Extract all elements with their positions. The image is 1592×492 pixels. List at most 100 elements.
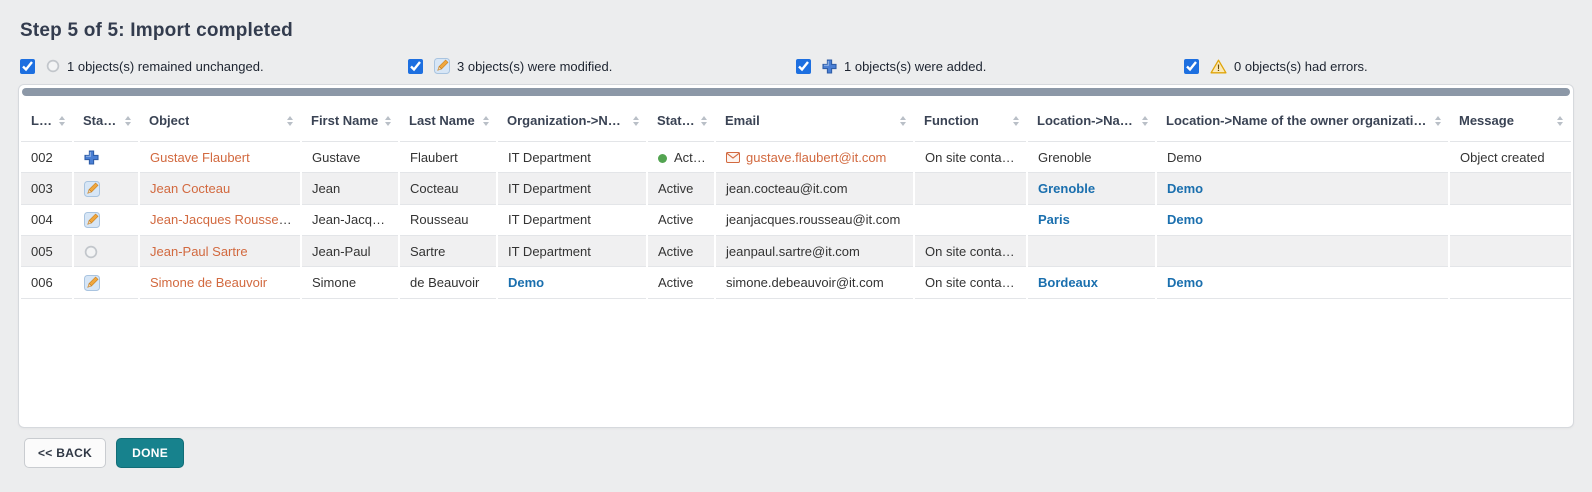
- cell-location[interactable]: Grenoble: [1027, 173, 1156, 205]
- reference-link[interactable]: Demo: [1167, 275, 1203, 290]
- cell-first-name: Jean: [301, 173, 399, 205]
- cell-owner-organization[interactable]: Demo: [1156, 173, 1449, 205]
- sort-icon[interactable]: [1557, 116, 1563, 126]
- cell-line: 004: [21, 204, 73, 236]
- object-link[interactable]: Jean-Paul Sartre: [150, 244, 248, 259]
- sort-icon[interactable]: [701, 116, 707, 126]
- object-link[interactable]: Gustave Flaubert: [150, 150, 250, 165]
- column-header-message[interactable]: Message: [1449, 98, 1571, 142]
- sort-icon[interactable]: [385, 116, 391, 126]
- object-link[interactable]: Jean-Jacques Rousseau: [150, 212, 293, 227]
- column-header-object[interactable]: Object: [139, 98, 301, 142]
- reference-link[interactable]: Demo: [508, 275, 544, 290]
- column-header-first-name[interactable]: First Name: [301, 98, 399, 142]
- sort-icon[interactable]: [483, 116, 489, 126]
- reference-link[interactable]: Demo: [1167, 212, 1203, 227]
- sort-icon[interactable]: [633, 116, 639, 126]
- cell-function: On site contacts: [914, 142, 1027, 173]
- reference-link[interactable]: Paris: [1038, 212, 1070, 227]
- cell-text: On site contacts: [925, 275, 1018, 290]
- summary-modified-checkbox[interactable]: [408, 59, 423, 74]
- cell-owner-organization[interactable]: Demo: [1156, 204, 1449, 236]
- cell-text: Active: [658, 244, 693, 259]
- cell-status: Active: [647, 173, 715, 205]
- cell-message: [1449, 173, 1571, 205]
- cell-text: Cocteau: [410, 181, 458, 196]
- cell-object[interactable]: Jean-Paul Sartre: [139, 236, 301, 267]
- summary-unchanged-checkbox[interactable]: [20, 59, 35, 74]
- column-header-label: Last Name: [409, 113, 475, 128]
- column-header-status[interactable]: Status: [647, 98, 715, 142]
- object-link[interactable]: Simone de Beauvoir: [150, 275, 267, 290]
- cell-status: Active: [647, 267, 715, 299]
- cell-text: On site contacts: [925, 150, 1018, 165]
- object-link[interactable]: Jean Cocteau: [150, 181, 230, 196]
- cell-email[interactable]: gustave.flaubert@it.com: [715, 142, 914, 173]
- unchanged-icon: [84, 245, 98, 259]
- column-header-status-icon[interactable]: Status: [73, 98, 139, 142]
- cell-last-name: Rousseau: [399, 204, 497, 236]
- cell-owner-organization[interactable]: Demo: [1156, 267, 1449, 299]
- column-header-function[interactable]: Function: [914, 98, 1027, 142]
- sort-icon[interactable]: [59, 116, 65, 126]
- cell-text: On site contacts: [925, 244, 1018, 259]
- column-header-location[interactable]: Location->Name: [1027, 98, 1156, 142]
- page-title: Step 5 of 5: Import completed: [20, 20, 1572, 42]
- cell-owner-organization: Demo: [1156, 142, 1449, 173]
- summary-added-checkbox[interactable]: [796, 59, 811, 74]
- column-header-label: Organization->Name: [507, 113, 627, 128]
- sort-icon[interactable]: [900, 116, 906, 126]
- summary-added: 1 objects(s) were added.: [796, 59, 1184, 74]
- back-button[interactable]: << BACK: [24, 438, 106, 468]
- cell-last-name: Cocteau: [399, 173, 497, 205]
- cell-line: 006: [21, 267, 73, 299]
- cell-organization[interactable]: Demo: [497, 267, 647, 299]
- cell-object[interactable]: Gustave Flaubert: [139, 142, 301, 173]
- table-horizontal-scrollbar[interactable]: [22, 88, 1570, 96]
- cell-text: IT Department: [508, 181, 591, 196]
- unchanged-icon: [46, 59, 60, 73]
- cell-text: Object created: [1460, 150, 1545, 165]
- column-header-last-name[interactable]: Last Name: [399, 98, 497, 142]
- cell-location: Grenoble: [1027, 142, 1156, 173]
- column-header-owner-organization[interactable]: Location->Name of the owner organization: [1156, 98, 1449, 142]
- summary-unchanged-label: 1 objects(s) remained unchanged.: [67, 59, 264, 74]
- cell-line: 003: [21, 173, 73, 205]
- column-header-label: Status: [83, 113, 119, 128]
- sort-icon[interactable]: [125, 116, 131, 126]
- status-active-dot: [658, 154, 667, 163]
- cell-function: On site contacts: [914, 236, 1027, 267]
- column-header-label: Message: [1459, 113, 1514, 128]
- cell-organization: IT Department: [497, 142, 647, 173]
- cell-email: simone.debeauvoir@it.com: [715, 267, 914, 299]
- cell-object[interactable]: Jean Cocteau: [139, 173, 301, 205]
- cell-organization: IT Department: [497, 173, 647, 205]
- table-row: 005Jean-Paul SartreJean-PaulSartreIT Dep…: [21, 236, 1571, 267]
- sort-icon[interactable]: [287, 116, 293, 126]
- table-header-row: Line Status Object First Name Last Name Organ…: [21, 98, 1571, 142]
- cell-text: 005: [31, 244, 53, 259]
- cell-email: jeanpaul.sartre@it.com: [715, 236, 914, 267]
- cell-text: 006: [31, 275, 53, 290]
- sort-icon[interactable]: [1435, 116, 1441, 126]
- sort-icon[interactable]: [1142, 116, 1148, 126]
- object-link[interactable]: gustave.flaubert@it.com: [746, 150, 886, 165]
- cell-text: Jean-Jacques: [312, 212, 393, 227]
- reference-link[interactable]: Bordeaux: [1038, 275, 1098, 290]
- column-header-email[interactable]: Email: [715, 98, 914, 142]
- cell-location[interactable]: Paris: [1027, 204, 1156, 236]
- cell-status: Active: [647, 142, 715, 173]
- reference-link[interactable]: Grenoble: [1038, 181, 1095, 196]
- cell-object[interactable]: Jean-Jacques Rousseau: [139, 204, 301, 236]
- reference-link[interactable]: Demo: [1167, 181, 1203, 196]
- column-header-line[interactable]: Line: [21, 98, 73, 142]
- column-header-organization[interactable]: Organization->Name: [497, 98, 647, 142]
- cell-location[interactable]: Bordeaux: [1027, 267, 1156, 299]
- cell-first-name: Simone: [301, 267, 399, 299]
- column-header-label: Line: [31, 113, 53, 128]
- summary-errors-checkbox[interactable]: [1184, 59, 1199, 74]
- done-button[interactable]: DONE: [116, 438, 184, 468]
- cell-object[interactable]: Simone de Beauvoir: [139, 267, 301, 299]
- sort-icon[interactable]: [1013, 116, 1019, 126]
- column-header-label: First Name: [311, 113, 378, 128]
